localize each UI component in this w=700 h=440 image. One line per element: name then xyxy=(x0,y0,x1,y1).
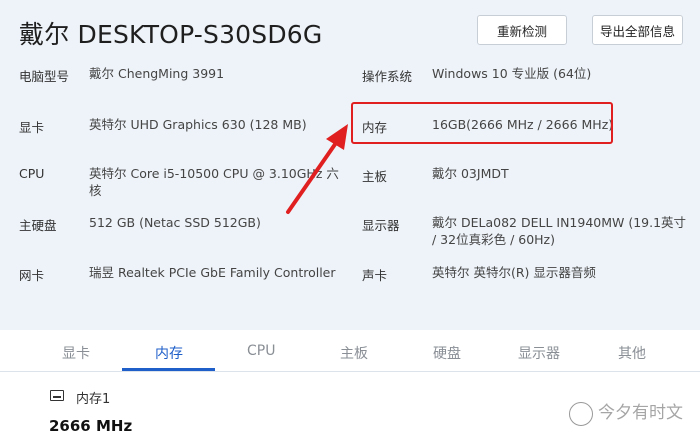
spec-label-cpu: CPU xyxy=(19,166,45,181)
memory-highlight-box xyxy=(351,102,613,144)
spec-label-motherboard: 主板 xyxy=(362,169,388,184)
redetect-button[interactable]: 重新检测 xyxy=(477,15,567,45)
watermark-logo-icon xyxy=(569,402,593,426)
spec-label-monitor: 显示器 xyxy=(362,218,400,233)
tab-other[interactable]: 其他 xyxy=(618,343,646,363)
spec-value-monitor-line2: / 32位真彩色 / 60Hz) xyxy=(432,232,555,247)
spec-value-cpu-line2: 核 xyxy=(89,183,102,198)
active-tab-indicator xyxy=(122,368,215,371)
spec-label-nic: 网卡 xyxy=(19,268,45,283)
tab-monitor[interactable]: 显示器 xyxy=(518,343,560,363)
spec-value-model: 戴尔 ChengMing 3991 xyxy=(89,66,225,81)
memory-module-icon xyxy=(50,390,64,401)
memory-slot-label: 内存1 xyxy=(76,392,111,407)
tab-cpu[interactable]: CPU xyxy=(247,343,275,359)
tab-gpu[interactable]: 显卡 xyxy=(62,343,90,363)
spec-value-motherboard: 戴尔 03JMDT xyxy=(432,166,509,181)
tab-bar: 显卡 内存 CPU 主板 硬盘 显示器 其他 xyxy=(0,330,700,372)
spec-label-model: 电脑型号 xyxy=(19,69,70,84)
spec-label-disk: 主硬盘 xyxy=(19,218,57,233)
tab-memory[interactable]: 内存 xyxy=(155,343,183,363)
spec-label-sound: 声卡 xyxy=(362,268,388,283)
spec-value-sound: 英特尔 英特尔(R) 显示器音频 xyxy=(432,265,596,280)
watermark-text: 今夕有时文 xyxy=(598,403,683,423)
spec-value-os: Windows 10 专业版 (64位) xyxy=(432,66,592,81)
memory-speed-value: 2666 MHz xyxy=(49,417,133,435)
page-title: 戴尔 DESKTOP-S30SD6G xyxy=(19,20,323,49)
tab-disk[interactable]: 硬盘 xyxy=(433,343,461,363)
export-all-button[interactable]: 导出全部信息 xyxy=(592,15,683,45)
spec-label-gpu: 显卡 xyxy=(19,120,45,135)
spec-value-nic: 瑞昱 Realtek PCIe GbE Family Controller xyxy=(89,265,336,280)
spec-value-gpu: 英特尔 UHD Graphics 630 (128 MB) xyxy=(89,117,307,132)
spec-value-cpu-line1: 英特尔 Core i5-10500 CPU @ 3.10GHz 六 xyxy=(89,166,339,181)
tab-motherboard[interactable]: 主板 xyxy=(340,343,368,363)
spec-label-os: 操作系统 xyxy=(362,69,413,84)
spec-value-disk: 512 GB (Netac SSD 512GB) xyxy=(89,215,261,230)
